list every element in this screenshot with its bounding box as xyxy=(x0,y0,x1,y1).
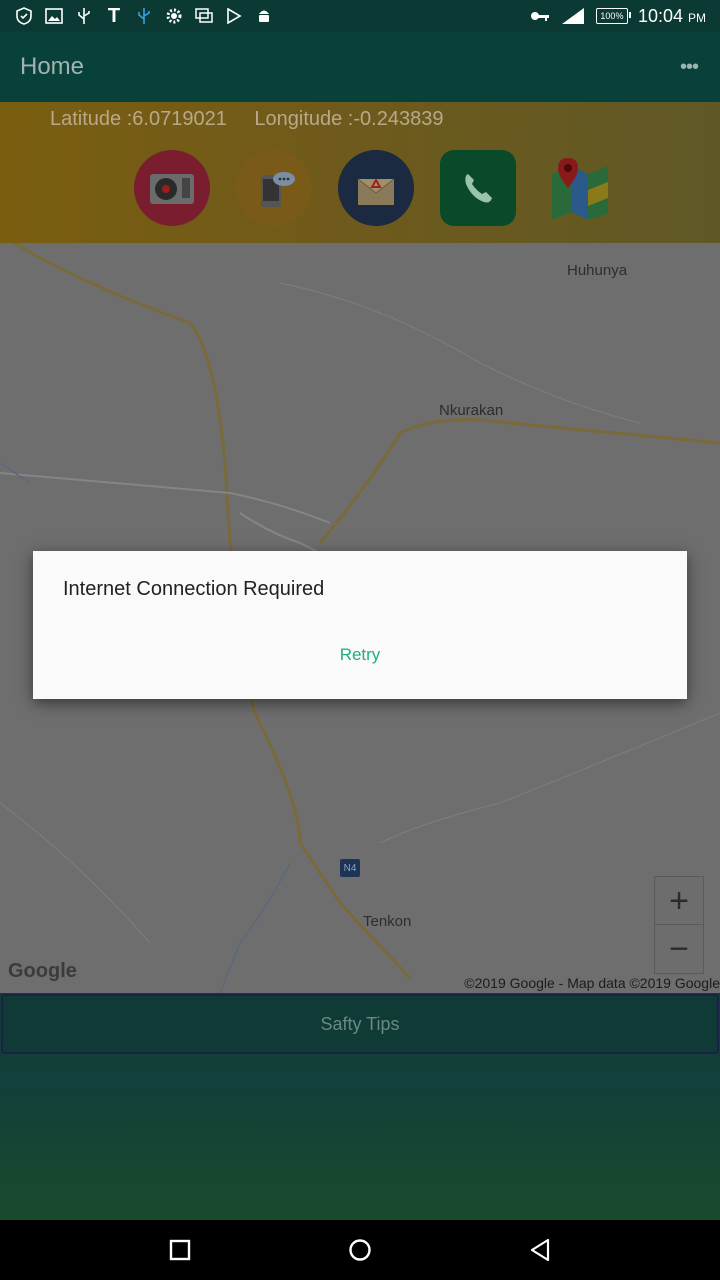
bottom-panel: Safty Tips xyxy=(0,993,720,1220)
usb-icon xyxy=(74,7,94,25)
road-badge: N4 xyxy=(340,859,360,877)
recents-icon[interactable] xyxy=(166,1236,194,1264)
layers-icon xyxy=(194,7,214,25)
email-icon[interactable] xyxy=(338,150,414,226)
shield-icon xyxy=(14,7,34,25)
image-icon xyxy=(44,7,64,25)
back-icon[interactable] xyxy=(526,1236,554,1264)
latitude-label: Latitude :6.0719021 xyxy=(50,108,227,130)
place-label: Huhunya xyxy=(567,262,628,279)
app-bar: Home ••• xyxy=(0,32,720,102)
internet-required-dialog: Internet Connection Required Retry xyxy=(33,551,687,699)
action-icons xyxy=(134,150,618,226)
sms-icon[interactable] xyxy=(236,150,312,226)
longitude-label: Longitude :-0.243839 xyxy=(254,108,444,130)
phone-icon[interactable] xyxy=(440,150,516,226)
page-title: Home xyxy=(20,53,85,80)
home-icon[interactable] xyxy=(346,1236,374,1264)
status-bar: T 100% 10:04 PM xyxy=(0,0,720,32)
signal-icon xyxy=(560,7,586,25)
zoom-in-button[interactable]: + xyxy=(654,876,704,926)
map-copyright: ©2019 Google - Map data ©2019 Google xyxy=(464,975,720,991)
zoom-out-button[interactable]: − xyxy=(654,924,704,974)
google-logo: Google xyxy=(8,960,77,982)
gear-icon xyxy=(164,7,184,25)
dialog-title: Internet Connection Required xyxy=(63,578,325,600)
location-panel: Latitude :6.0719021 Longitude :-0.243839 xyxy=(0,102,720,243)
place-label: Nkurakan xyxy=(439,402,504,419)
key-icon xyxy=(530,7,550,25)
siren-icon[interactable] xyxy=(134,150,210,226)
overflow-menu-icon[interactable]: ••• xyxy=(680,56,699,79)
play-store-icon xyxy=(224,7,244,25)
t-icon: T xyxy=(107,5,121,27)
safety-tips-button[interactable]: Safty Tips xyxy=(1,994,719,1054)
battery-icon: 100% xyxy=(595,8,631,24)
retry-button[interactable]: Retry xyxy=(33,645,687,665)
place-label: Tenkon xyxy=(363,913,412,930)
clock: 10:04 PM xyxy=(637,5,706,26)
usb-icon xyxy=(134,7,154,25)
coordinates: Latitude :6.0719021 Longitude :-0.243839 xyxy=(50,108,443,131)
navigation-bar xyxy=(0,1220,720,1280)
maps-icon[interactable] xyxy=(542,150,618,226)
android-icon xyxy=(254,7,274,25)
